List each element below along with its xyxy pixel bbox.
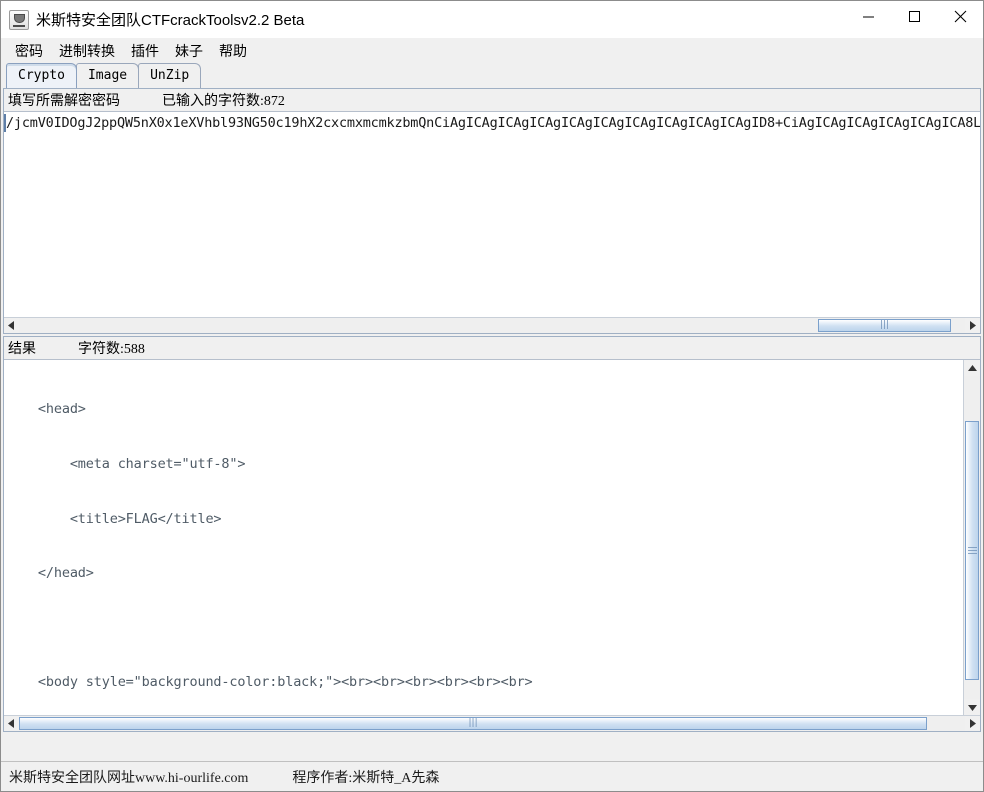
result-scroll-thumb[interactable]: ||| [19, 717, 928, 730]
cipher-input-value: /jcmV0IDOgJ2ppQW5nX0x1eXVhbl93NG50c19hX2… [6, 115, 980, 131]
maximize-icon [908, 10, 920, 22]
scroll-left-icon[interactable] [4, 716, 19, 731]
result-panel-label: 结果 [8, 342, 36, 357]
cipher-input-area[interactable]: /jcmV0IDOgJ2ppQW5nX0x1eXVhbl93NG50c19hX2… [4, 112, 980, 317]
scroll-right-icon[interactable] [965, 716, 980, 731]
menu-bar: 密码 进制转换 插件 妹子 帮助 [1, 38, 983, 63]
input-panel-header: 填写所需解密密码 已输入的字符数:872 [4, 89, 980, 112]
maximize-button[interactable] [891, 1, 937, 31]
code-line: <body style="background-color:black;"><b… [6, 674, 533, 691]
minimize-button[interactable] [845, 1, 891, 31]
result-scroll-track[interactable]: ||| [19, 716, 965, 731]
scroll-grip-icon: ||| [468, 718, 478, 728]
code-line: <head> [6, 401, 86, 418]
result-vscroll-track[interactable]: ||| [964, 376, 980, 699]
input-panel-label: 填写所需解密密码 [8, 94, 120, 109]
input-char-count: 已输入的字符数:872 [162, 94, 285, 109]
result-output-area[interactable]: <head> <meta charset="utf-8"> <title>FLA… [4, 360, 964, 715]
scroll-right-icon[interactable] [965, 318, 980, 333]
minimize-icon [862, 16, 874, 17]
scroll-grip-icon: ||| [880, 320, 890, 330]
menu-item-help[interactable]: 帮助 [211, 39, 255, 63]
status-bar: 米斯特安全团队网址www.hi-ourlife.com 程序作者:米斯特_A先森 [1, 761, 983, 791]
code-line: <title>FLAG</title> [6, 510, 222, 527]
application-window: 米斯特安全团队CTFcrackToolsv2.2 Beta 密码 进制转换 插件… [0, 0, 984, 792]
result-horizontal-scrollbar[interactable]: ||| [4, 715, 980, 731]
result-vscroll-thumb[interactable]: ||| [965, 421, 979, 680]
result-char-count: 字符数:588 [78, 342, 145, 357]
title-bar: 米斯特安全团队CTFcrackToolsv2.2 Beta [1, 1, 983, 38]
window-controls [845, 1, 983, 38]
scroll-grip-icon: ||| [967, 545, 978, 555]
scroll-left-icon[interactable] [4, 318, 19, 333]
menu-item-password[interactable]: 密码 [7, 39, 51, 63]
scroll-up-icon[interactable] [964, 360, 980, 376]
result-output-text: <head> <meta charset="utf-8"> <title>FLA… [4, 360, 964, 715]
menu-item-base-convert[interactable]: 进制转换 [51, 39, 123, 63]
result-panel-header: 结果 字符数:588 [4, 337, 980, 360]
tab-crypto[interactable]: Crypto [6, 63, 77, 88]
java-cup-icon [9, 9, 29, 30]
menu-item-plugin[interactable]: 插件 [123, 39, 167, 63]
input-panel: 填写所需解密密码 已输入的字符数:872 /jcmV0IDOgJ2ppQW5nX… [3, 88, 981, 334]
input-scroll-thumb[interactable]: ||| [818, 319, 951, 332]
status-website: 米斯特安全团队网址www.hi-ourlife.com [9, 770, 249, 786]
input-caret [4, 114, 6, 132]
scroll-down-icon[interactable] [964, 699, 980, 715]
tab-unzip[interactable]: UnZip [138, 63, 202, 88]
result-vertical-scrollbar[interactable]: ||| [963, 360, 980, 715]
input-scroll-track[interactable]: ||| [19, 318, 965, 333]
result-panel: 结果 字符数:588 <head> <meta charset="utf-8">… [3, 336, 981, 732]
input-horizontal-scrollbar[interactable]: ||| [4, 317, 980, 333]
close-button[interactable] [937, 1, 983, 31]
tab-strip: Crypto Image UnZip [1, 63, 983, 88]
window-title: 米斯特安全团队CTFcrackToolsv2.2 Beta [36, 12, 305, 29]
code-line: <meta charset="utf-8"> [6, 456, 246, 472]
menu-item-girls[interactable]: 妹子 [167, 39, 211, 63]
code-line: </head> [6, 565, 94, 582]
tab-image[interactable]: Image [75, 63, 140, 88]
close-icon [954, 10, 966, 22]
status-author: 程序作者:米斯特_A先森 [292, 770, 440, 786]
